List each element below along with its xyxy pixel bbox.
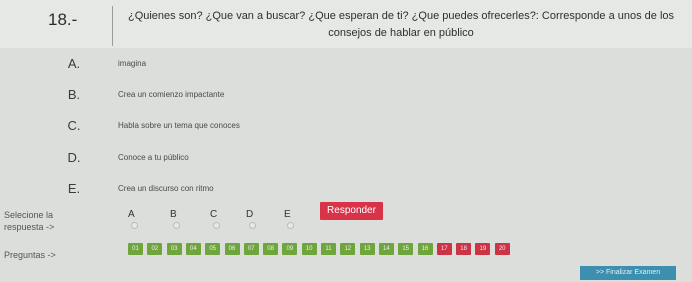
radio-circle[interactable] — [131, 221, 138, 229]
questions-label: Preguntas -> — [4, 250, 56, 260]
finish-exam-button[interactable]: >> Finalizar Examen — [580, 266, 676, 280]
option-letter: C. — [67, 118, 81, 133]
radio-a[interactable]: A — [128, 209, 138, 231]
option-letter: E. — [67, 181, 81, 196]
option-text: Crea un discurso con ritmo — [118, 184, 214, 193]
option-letter: B. — [67, 87, 81, 102]
header-divider — [112, 6, 113, 46]
question-page-button[interactable]: 09 — [282, 243, 298, 255]
option-text: imagina — [118, 59, 147, 68]
question-text: ¿Quienes son? ¿Que van a buscar? ¿Que es… — [127, 10, 675, 39]
radio-circle[interactable] — [213, 221, 220, 229]
question-page-button[interactable]: 05 — [205, 243, 221, 255]
question-page-button[interactable]: 02 — [147, 243, 163, 255]
question-page-button[interactable]: 01 — [128, 243, 143, 255]
radio-label: B — [170, 209, 177, 220]
option-a: A. imagina — [0, 56, 692, 82]
option-letter: A. — [67, 56, 81, 71]
radio-label: D — [246, 209, 254, 220]
option-d: D. Conoce a tu público — [0, 150, 692, 176]
select-answer-label: Selecione la respuesta -> — [4, 209, 54, 233]
question-page-button[interactable]: 08 — [263, 243, 279, 255]
option-b: B. Crea un comienzo impactante — [0, 87, 692, 113]
option-text: Conoce a tu público — [118, 153, 189, 162]
question-page-button[interactable]: 19 — [475, 243, 491, 255]
question-page-button[interactable]: 17 — [436, 243, 452, 255]
radio-e[interactable]: E — [284, 209, 294, 231]
radio-label: C — [210, 209, 218, 220]
respond-button[interactable]: Responder — [320, 202, 383, 220]
select-answer-label-line1: Selecione la — [4, 210, 54, 220]
option-c: C. Habla sobre un tema que conoces — [0, 118, 692, 144]
radio-c[interactable]: C — [210, 209, 220, 231]
select-answer-label-line2: respuesta -> — [4, 222, 55, 232]
question-page-button[interactable]: 04 — [185, 243, 201, 255]
option-letter: D. — [67, 150, 81, 165]
option-text: Crea un comienzo impactante — [118, 90, 225, 99]
radio-d[interactable]: D — [246, 209, 256, 231]
question-page-button[interactable]: 15 — [398, 243, 414, 255]
radio-circle[interactable] — [287, 221, 294, 229]
radio-label: E — [284, 209, 291, 220]
question-page-button[interactable]: 10 — [301, 243, 317, 255]
question-page-button[interactable]: 06 — [224, 243, 240, 255]
radio-b[interactable]: B — [170, 209, 180, 231]
radio-circle[interactable] — [249, 221, 256, 229]
question-page-button[interactable]: 20 — [494, 243, 510, 255]
radio-label: A — [128, 209, 135, 220]
question-page-button[interactable]: 14 — [378, 243, 394, 255]
question-page-button[interactable]: 16 — [417, 243, 433, 255]
option-text: Habla sobre un tema que conoces — [118, 121, 240, 130]
question-number: 18.- — [48, 10, 78, 29]
question-page-button[interactable]: 18 — [456, 243, 472, 255]
question-header: 18.- ¿Quienes son? ¿Que van a buscar? ¿Q… — [0, 0, 692, 48]
question-page-button[interactable]: 07 — [243, 243, 259, 255]
question-page-button[interactable]: 13 — [359, 243, 375, 255]
question-page-button[interactable]: 12 — [340, 243, 356, 255]
question-page-button[interactable]: 11 — [321, 243, 336, 255]
radio-circle[interactable] — [173, 221, 180, 229]
question-page-button[interactable]: 03 — [166, 243, 182, 255]
